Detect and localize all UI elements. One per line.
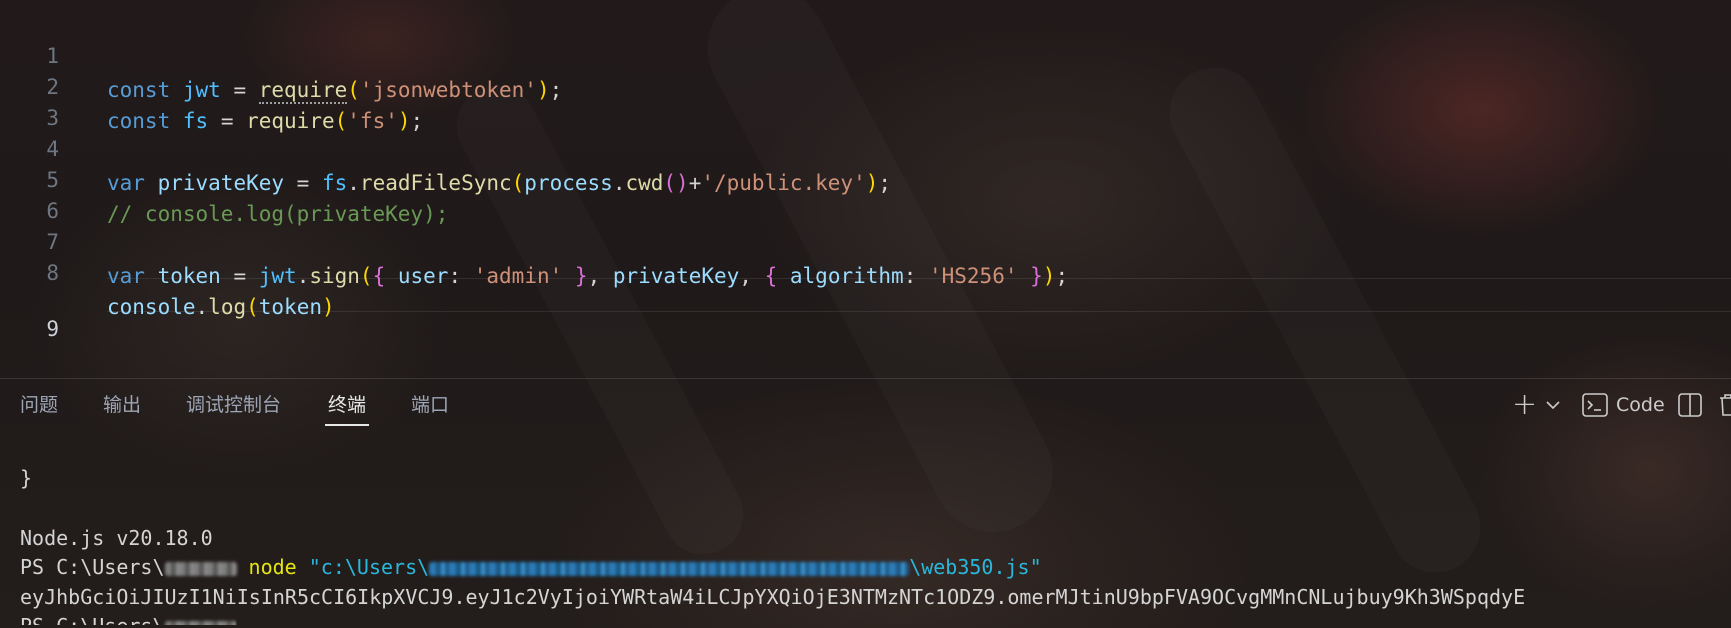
terminal-command-line: PS C:\Users\ node "c:\Users\ \web350.js" [20,555,1042,579]
terminal-dropdown-button[interactable] [1546,391,1560,419]
code-line[interactable]: 7 var token = jwt.sign({ user: 'admin' }… [0,191,1731,288]
terminal-command-line-cut: PS C:\Users\ [20,611,237,625]
redacted-username [164,620,237,625]
code-line[interactable]: 8 console.log(token) [0,222,1731,319]
panel-tabs: 问题 输出 调试控制台 终端 端口 + Code [0,379,1731,426]
terminal-icon [1582,393,1608,417]
bottom-panel: 问题 输出 调试控制台 终端 端口 + Code} Node.js v20.1… [0,378,1731,628]
code-line[interactable]: 2 const fs = require('fs'); [0,36,1731,133]
tab-terminal[interactable]: 终端 [324,393,370,426]
chevron-down-icon [1546,401,1560,410]
new-terminal-button[interactable]: + [1512,387,1538,422]
code-line-current[interactable]: 9 [0,278,1731,341]
terminal-instance-selector[interactable]: Code [1582,391,1665,419]
redacted-path [429,561,910,576]
line-number: 9 [46,317,59,341]
code-line[interactable]: 3 [0,67,1731,130]
code-line[interactable]: 1 const jwt = require('jsonwebtoken'); [0,5,1731,104]
tab-debug-console[interactable]: 调试控制台 [186,393,281,417]
terminal-output-line: eyJhbGciOiJIUzI1NiIsInR5cCI6IkpXVCJ9.eyJ… [20,585,1526,609]
plus-icon: + [1512,387,1538,422]
tab-problems[interactable]: 问题 [20,393,58,417]
split-terminal-button[interactable] [1678,391,1702,419]
split-icon [1678,393,1702,417]
redacted-username [164,561,237,576]
trash-icon [1720,394,1731,416]
code-editor[interactable]: 1 const jwt = require('jsonwebtoken'); 2… [0,0,1731,378]
terminal-instance-label: Code [1616,394,1665,416]
terminal-output-line: } [20,466,33,490]
tab-ports[interactable]: 端口 [411,393,449,417]
code-line[interactable]: 5 // console.log(privateKey); [0,129,1731,226]
code-line[interactable]: 6 [0,160,1731,223]
kill-terminal-button[interactable] [1718,391,1731,419]
code-line[interactable]: 4 var privateKey = fs.readFileSync(proce… [0,98,1731,195]
terminal-output-line: Node.js v20.18.0 [20,526,213,550]
tab-output[interactable]: 输出 [103,393,141,417]
